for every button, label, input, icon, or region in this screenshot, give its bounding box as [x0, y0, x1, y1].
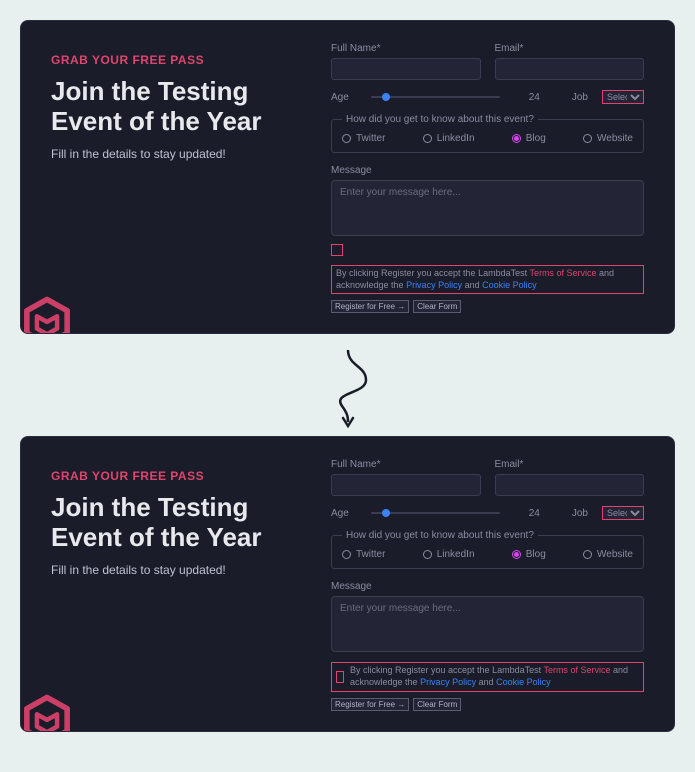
terms-checkbox[interactable] [331, 244, 343, 256]
radio-blog[interactable]: Blog [512, 549, 546, 560]
terms-row: By clicking Register you accept the Lamb… [331, 662, 644, 691]
message-label: Message [331, 165, 644, 176]
form-column: Full Name* Email* Age 24 Job Select How … [331, 43, 644, 313]
age-value: 24 [522, 92, 540, 103]
message-textarea[interactable] [331, 180, 644, 236]
age-slider-thumb[interactable] [382, 509, 390, 517]
age-label: Age [331, 508, 349, 519]
eyebrow: GRAB YOUR FREE PASS [51, 469, 311, 483]
privacy-policy-link[interactable]: Privacy Policy [420, 677, 476, 687]
job-select[interactable]: Select [602, 90, 644, 104]
clear-button[interactable]: Clear Form [413, 698, 461, 711]
hero-column: GRAB YOUR FREE PASS Join the Testing Eve… [51, 43, 311, 313]
referral-legend: How did you get to know about this event… [342, 114, 538, 125]
radio-blog[interactable]: Blog [512, 133, 546, 144]
cookie-policy-link[interactable]: Cookie Policy [482, 280, 537, 290]
clear-button[interactable]: Clear Form [413, 300, 461, 313]
message-textarea[interactable] [331, 596, 644, 652]
terms-text: By clicking Register you accept the Lamb… [331, 265, 644, 294]
brand-logo-icon [20, 295, 75, 334]
terms-checkbox[interactable] [336, 671, 344, 683]
radio-linkedin[interactable]: LinkedIn [423, 133, 475, 144]
email-input[interactable] [495, 474, 645, 496]
radio-twitter[interactable]: Twitter [342, 549, 385, 560]
connector-arrow-icon [20, 348, 675, 428]
privacy-policy-link[interactable]: Privacy Policy [406, 280, 462, 290]
job-select[interactable]: Select [602, 506, 644, 520]
headline: Join the Testing Event of the Year [51, 493, 311, 553]
age-slider-thumb[interactable] [382, 93, 390, 101]
age-value: 24 [522, 508, 540, 519]
headline: Join the Testing Event of the Year [51, 77, 311, 137]
email-label: Email* [495, 43, 645, 54]
age-label: Age [331, 92, 349, 103]
message-label: Message [331, 581, 644, 592]
full-name-input[interactable] [331, 474, 481, 496]
age-slider[interactable] [371, 512, 500, 514]
full-name-input[interactable] [331, 58, 481, 80]
full-name-label: Full Name* [331, 459, 481, 470]
job-label: Job [572, 92, 588, 103]
email-label: Email* [495, 459, 645, 470]
job-label: Job [572, 508, 588, 519]
terms-of-service-link[interactable]: Terms of Service [529, 268, 596, 278]
age-slider[interactable] [371, 96, 500, 98]
radio-linkedin[interactable]: LinkedIn [423, 549, 475, 560]
brand-logo-icon [20, 693, 75, 732]
email-input[interactable] [495, 58, 645, 80]
full-name-label: Full Name* [331, 43, 481, 54]
hero-column: GRAB YOUR FREE PASS Join the Testing Eve… [51, 459, 311, 710]
referral-fieldset: How did you get to know about this event… [331, 114, 644, 153]
eyebrow: GRAB YOUR FREE PASS [51, 53, 311, 67]
radio-twitter[interactable]: Twitter [342, 133, 385, 144]
register-button[interactable]: Register for Free → [331, 698, 409, 711]
register-button[interactable]: Register for Free → [331, 300, 409, 313]
registration-panel-variant-b: GRAB YOUR FREE PASS Join the Testing Eve… [20, 436, 675, 731]
registration-panel-variant-a: GRAB YOUR FREE PASS Join the Testing Eve… [20, 20, 675, 334]
subline: Fill in the details to stay updated! [51, 563, 311, 577]
referral-fieldset: How did you get to know about this event… [331, 530, 644, 569]
cookie-policy-link[interactable]: Cookie Policy [496, 677, 551, 687]
referral-legend: How did you get to know about this event… [342, 530, 538, 541]
terms-of-service-link[interactable]: Terms of Service [543, 665, 610, 675]
form-column: Full Name* Email* Age 24 Job Select How … [331, 459, 644, 710]
radio-website[interactable]: Website [583, 133, 633, 144]
radio-website[interactable]: Website [583, 549, 633, 560]
subline: Fill in the details to stay updated! [51, 147, 311, 161]
